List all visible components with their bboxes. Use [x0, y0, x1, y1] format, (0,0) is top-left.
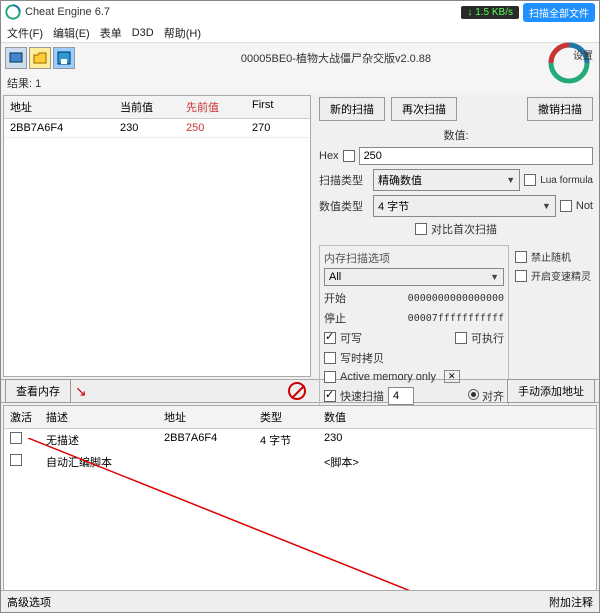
not-checkbox[interactable] [560, 200, 572, 212]
advanced-options[interactable]: 高级选项 [7, 594, 51, 610]
col-val[interactable]: 数值 [318, 406, 378, 428]
view-memory-button[interactable]: 查看内存 [5, 379, 71, 403]
window-title: Cheat Engine 6.7 [25, 6, 110, 18]
start-addr[interactable]: 0000000000000000 [358, 293, 504, 304]
stop-addr[interactable]: 00007fffffffffff [358, 313, 504, 324]
table-row[interactable]: 无描述 2BB7A6F4 4 字节 230 [4, 429, 596, 451]
menu-edit[interactable]: 编辑(E) [53, 25, 90, 41]
mem-opts-title: 内存扫描选项 [324, 250, 504, 266]
hex-label: Hex [319, 150, 339, 162]
menu-help[interactable]: 帮助(H) [164, 25, 201, 41]
speed-indicator: ↓ 1.5 KB/s [461, 6, 519, 19]
results-count: 结果: 1 [1, 73, 599, 93]
chevron-down-icon: ▼ [506, 175, 515, 185]
lua-label: Lua formula [540, 175, 593, 186]
speed-wizard-checkbox[interactable] [515, 270, 527, 282]
add-address-button[interactable]: 手动添加地址 [507, 379, 595, 403]
value-input[interactable] [359, 147, 593, 165]
col-address[interactable]: 地址 [4, 96, 114, 118]
value-type-select[interactable]: 4 字节▼ [373, 195, 556, 217]
col-addr[interactable]: 地址 [158, 406, 254, 428]
lua-checkbox[interactable] [524, 174, 536, 186]
address-table: 激活 描述 地址 类型 数值 无描述 2BB7A6F4 4 字节 230 自动汇… [3, 405, 597, 605]
executable-checkbox[interactable] [455, 332, 467, 344]
next-scan-button[interactable]: 再次扫描 [391, 97, 457, 121]
chevron-down-icon: ▼ [490, 272, 499, 282]
undo-scan-button[interactable]: 撤销扫描 [527, 97, 593, 121]
settings-label[interactable]: 设置 [573, 47, 593, 62]
mem-region-select[interactable]: All▼ [324, 268, 504, 286]
activate-checkbox[interactable] [10, 432, 22, 444]
compare-first-label: 对比首次扫描 [431, 221, 497, 237]
process-name: 00005BE0-植物大战僵尸杂交版v2.0.88 [77, 50, 595, 66]
col-first[interactable]: First [246, 96, 306, 118]
scan-type-label: 扫描类型 [319, 172, 369, 188]
activate-checkbox[interactable] [10, 454, 22, 466]
align-radio[interactable] [468, 389, 479, 400]
col-desc[interactable]: 描述 [40, 406, 158, 428]
new-scan-button[interactable]: 新的扫描 [319, 97, 385, 121]
scan-type-select[interactable]: 精确数值▼ [373, 169, 520, 191]
writable-checkbox[interactable] [324, 332, 336, 344]
col-active[interactable]: 激活 [4, 406, 40, 428]
no-random-checkbox[interactable] [515, 251, 527, 263]
scan-all-button[interactable]: 扫描全部文件 [523, 3, 595, 22]
menu-table[interactable]: 表单 [100, 25, 122, 41]
menu-bar: 文件(F) 编辑(E) 表单 D3D 帮助(H) [1, 23, 599, 43]
no-sign-icon[interactable] [288, 382, 306, 400]
scan-panel: 新的扫描 再次扫描 撤销扫描 数值: Hex 扫描类型 精确数值▼ Lua fo… [313, 93, 599, 379]
value-label: 数值: [319, 127, 593, 143]
results-list: 地址 当前值 先前值 First 2BB7A6F4 230 250 270 [3, 95, 311, 377]
save-icon[interactable] [53, 47, 75, 69]
col-previous[interactable]: 先前值 [180, 96, 246, 118]
fast-scan-value[interactable] [388, 387, 414, 405]
cow-checkbox[interactable] [324, 352, 336, 364]
compare-first-checkbox[interactable] [415, 223, 427, 235]
close-icon[interactable]: ✕ [444, 370, 460, 383]
not-label: Not [576, 200, 593, 212]
hex-checkbox[interactable] [343, 150, 355, 162]
menu-file[interactable]: 文件(F) [7, 25, 43, 41]
chevron-down-icon: ▼ [542, 201, 551, 211]
open-file-icon[interactable] [29, 47, 51, 69]
active-mem-checkbox[interactable] [324, 371, 336, 383]
app-logo-icon [5, 4, 21, 20]
add-comment[interactable]: 附加注释 [549, 594, 593, 610]
value-type-label: 数值类型 [319, 198, 369, 214]
table-row[interactable]: 自动汇编脚本 <脚本> [4, 451, 596, 473]
fast-scan-checkbox[interactable] [324, 390, 336, 402]
menu-d3d[interactable]: D3D [132, 27, 154, 39]
col-type[interactable]: 类型 [254, 406, 318, 428]
arrow-down-icon[interactable]: ↘ [75, 383, 87, 400]
open-process-icon[interactable] [5, 47, 27, 69]
col-value[interactable]: 当前值 [114, 96, 180, 118]
result-row[interactable]: 2BB7A6F4 230 250 270 [4, 119, 310, 138]
